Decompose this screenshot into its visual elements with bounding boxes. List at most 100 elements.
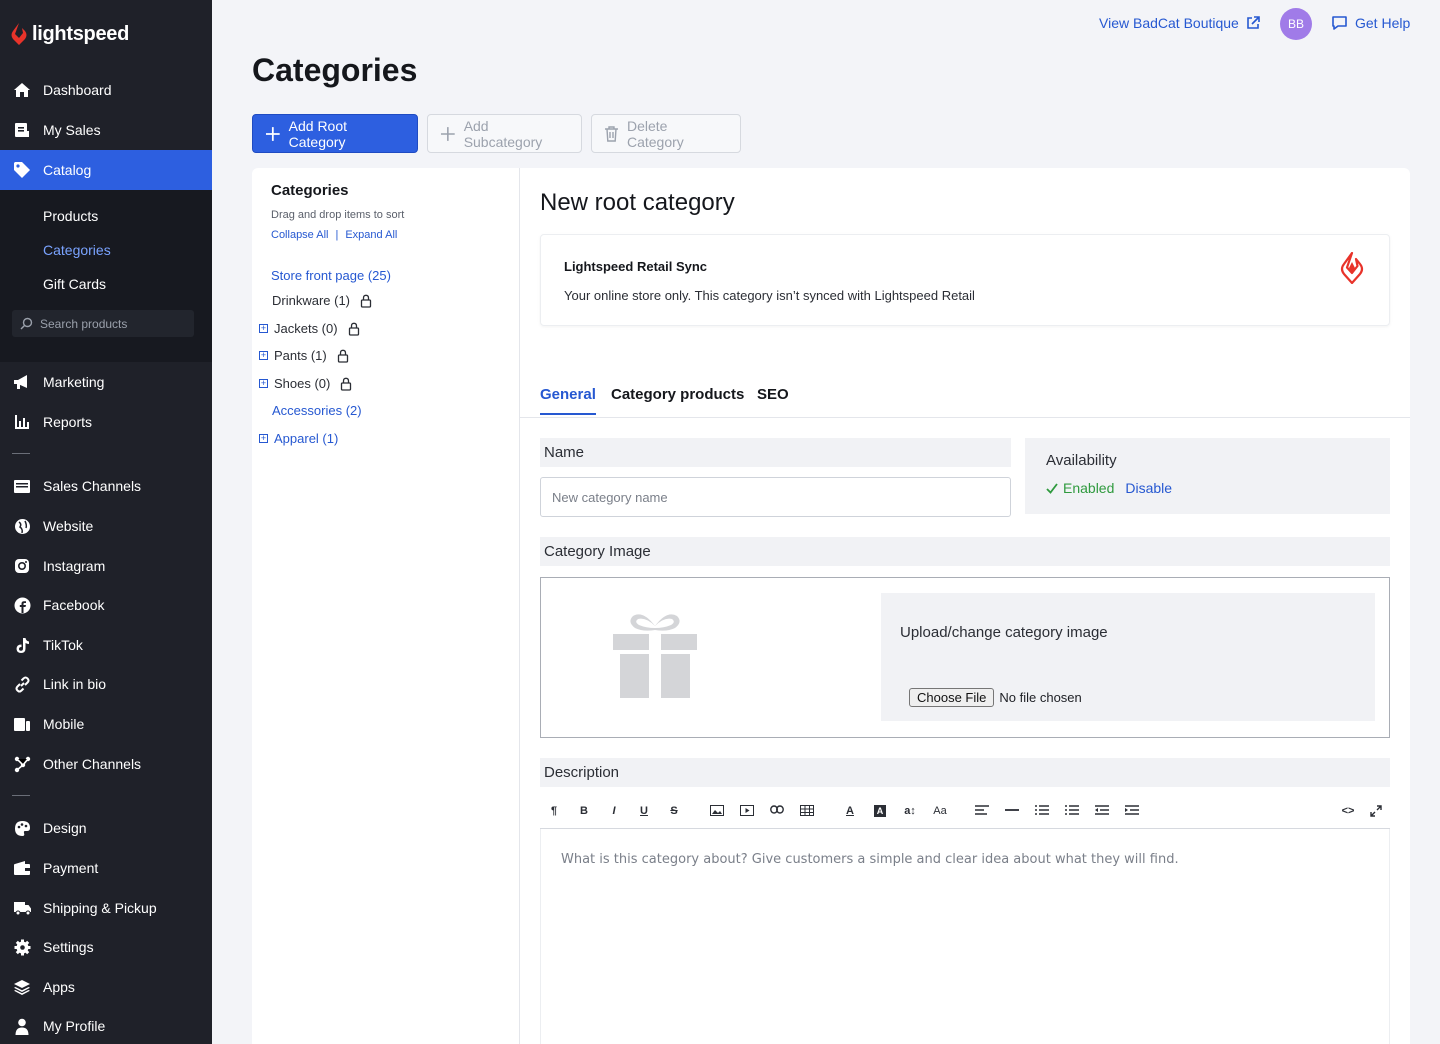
choose-file-button[interactable]: Choose File [909, 688, 995, 707]
sidebar-item-label: My Profile [43, 1018, 106, 1034]
tree-node-drinkware[interactable]: Drinkware (1) [272, 293, 372, 308]
background-color-icon[interactable]: A [872, 805, 888, 817]
tree-toggle-links: Collapse All | Expand All [271, 229, 397, 241]
expand-icon[interactable]: + [259, 324, 268, 333]
plus-icon [265, 126, 280, 141]
tab-general[interactable]: General [540, 386, 596, 415]
sidebar-item-instagram[interactable]: Instagram [0, 546, 212, 586]
underline-icon[interactable]: U [636, 805, 652, 817]
delete-category-button[interactable]: Delete Category [591, 114, 741, 153]
view-store-link[interactable]: View BadCat Boutique [1099, 15, 1260, 31]
lock-icon [341, 377, 352, 391]
file-input: Choose File No file chosen [909, 688, 1082, 707]
table-icon[interactable] [799, 805, 815, 819]
sidebar-item-tiktok[interactable]: TikTok [0, 625, 212, 665]
sidebar-item-design[interactable]: Design [0, 808, 212, 848]
avatar[interactable]: BB [1280, 8, 1312, 40]
detail-tabs: General Category products SEO [520, 378, 1410, 418]
image-icon[interactable] [709, 805, 725, 819]
sidebar-item-payment[interactable]: Payment [0, 848, 212, 888]
channels-icon [12, 754, 32, 774]
align-icon[interactable] [974, 805, 990, 818]
description-editor[interactable]: What is this category about? Give custom… [540, 829, 1390, 1044]
expand-icon[interactable]: + [259, 379, 268, 388]
sidebar-item-label: Marketing [43, 374, 105, 390]
flame-icon [11, 23, 27, 45]
sidebar-item-facebook[interactable]: Facebook [0, 585, 212, 625]
tree-node-label: Pants (1) [274, 348, 327, 363]
palette-icon [12, 818, 32, 838]
tree-node-apparel[interactable]: + Apparel (1) [259, 431, 338, 446]
sidebar-item-reports[interactable]: Reports [0, 402, 212, 442]
sidebar-item-marketing[interactable]: Marketing [0, 362, 212, 402]
font-size-icon[interactable]: a↕ [902, 805, 918, 817]
expand-icon[interactable]: + [259, 434, 268, 443]
add-subcategory-button[interactable]: Add Subcategory [427, 114, 582, 153]
sidebar-item-label: TikTok [43, 637, 83, 653]
submenu-item-gift-cards[interactable]: Gift Cards [43, 276, 106, 292]
get-help-link[interactable]: Get Help [1331, 15, 1410, 31]
sidebar-item-apps[interactable]: Apps [0, 967, 212, 1007]
sidebar-item-label: Apps [43, 979, 75, 995]
sidebar-item-catalog[interactable]: Catalog [0, 150, 212, 190]
horizontal-rule-icon[interactable] [1004, 805, 1020, 818]
search-products-input[interactable]: Search products [12, 310, 194, 337]
sidebar-item-other-channels[interactable]: Other Channels [0, 744, 212, 784]
paragraph-icon[interactable]: ¶ [546, 805, 562, 817]
submenu-item-categories[interactable]: Categories [43, 242, 111, 258]
font-family-icon[interactable]: Aa [932, 805, 948, 817]
tree-node-jackets[interactable]: + Jackets (0) [259, 321, 360, 336]
link-icon[interactable] [769, 805, 785, 817]
sidebar-item-label: Mobile [43, 716, 85, 732]
tree-node-shoes[interactable]: + Shoes (0) [259, 376, 352, 391]
sidebar-item-sales-channels[interactable]: Sales Channels [0, 466, 212, 506]
description-label: Description [540, 758, 1390, 787]
chat-icon [1332, 16, 1347, 30]
submenu-item-products[interactable]: Products [43, 208, 98, 224]
bullet-list-icon[interactable] [1034, 805, 1050, 818]
numbered-list-icon[interactable] [1064, 805, 1080, 818]
expand-icon[interactable]: + [259, 351, 268, 360]
sidebar-item-settings[interactable]: Settings [0, 927, 212, 967]
sidebar: lightspeed Dashboard My Sales Catalog Pr… [0, 0, 212, 1044]
strikethrough-icon[interactable]: S [666, 805, 682, 817]
disable-link[interactable]: Disable [1125, 480, 1172, 496]
indent-icon[interactable] [1124, 805, 1140, 818]
instagram-icon [12, 556, 32, 576]
tree-node-store-front-page[interactable]: Store front page (25) [271, 268, 391, 283]
bold-icon[interactable]: B [576, 805, 592, 817]
sidebar-item-shipping-pickup[interactable]: Shipping & Pickup [0, 888, 212, 928]
sidebar-item-label: Design [43, 820, 87, 836]
tree-node-accessories[interactable]: Accessories (2) [272, 403, 362, 418]
lightspeed-flame-icon [1340, 252, 1364, 284]
collapse-all-link[interactable]: Collapse All [271, 229, 328, 241]
tree-node-pants[interactable]: + Pants (1) [259, 348, 349, 363]
outdent-icon[interactable] [1094, 805, 1110, 818]
sidebar-item-link-in-bio[interactable]: Link in bio [0, 664, 212, 704]
add-root-category-button[interactable]: Add Root Category [252, 114, 418, 153]
expand-all-link[interactable]: Expand All [345, 229, 397, 241]
sidebar-item-my-sales[interactable]: My Sales [0, 110, 212, 150]
fullscreen-icon[interactable] [1368, 805, 1384, 820]
category-name-input[interactable]: New category name [540, 477, 1011, 517]
sidebar-divider [12, 453, 30, 454]
retail-sync-panel: Lightspeed Retail Sync Your online store… [540, 234, 1390, 326]
font-color-icon[interactable]: A [842, 805, 858, 817]
tab-seo[interactable]: SEO [757, 386, 789, 413]
sidebar-item-my-profile[interactable]: My Profile [0, 1006, 212, 1044]
sidebar-item-mobile[interactable]: Mobile [0, 704, 212, 744]
sidebar-item-dashboard[interactable]: Dashboard [0, 70, 212, 110]
lock-icon [337, 349, 348, 363]
sidebar-item-label: Link in bio [43, 676, 107, 692]
detail-title: New root category [540, 189, 735, 216]
sidebar-item-website[interactable]: Website [0, 506, 212, 546]
tab-category-products[interactable]: Category products [611, 386, 744, 413]
availability-status: Enabled Disable [1046, 480, 1172, 496]
italic-icon[interactable]: I [606, 805, 622, 817]
lightspeed-logo[interactable]: lightspeed [10, 22, 129, 46]
sidebar-item-label: Payment [43, 860, 99, 876]
video-icon[interactable] [739, 805, 755, 819]
code-view-icon[interactable]: <> [1338, 805, 1358, 817]
sales-icon [12, 120, 32, 140]
sidebar-item-label: Instagram [43, 558, 106, 574]
